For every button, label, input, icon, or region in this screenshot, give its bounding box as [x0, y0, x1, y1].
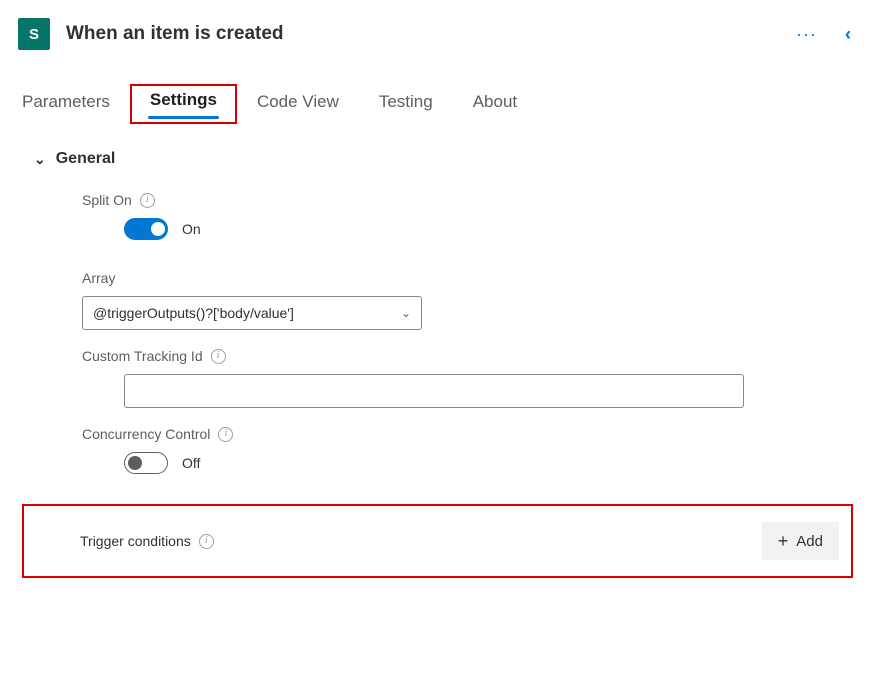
- collapse-icon[interactable]: ‹‹: [845, 24, 853, 45]
- chevron-down-icon: ⌄: [34, 151, 46, 168]
- concurrency-state: Off: [182, 455, 200, 471]
- add-trigger-condition-button[interactable]: + Add: [762, 522, 839, 560]
- info-icon[interactable]: i: [218, 427, 233, 442]
- field-concurrency: Concurrency Control i Off: [82, 426, 845, 474]
- sharepoint-icon-glyph: S: [29, 26, 39, 43]
- card-header: S When an item is created ··· ‹‹: [0, 0, 873, 60]
- label-split-on-text: Split On: [82, 192, 132, 208]
- plus-icon: +: [778, 532, 789, 550]
- field-array: Array @triggerOutputs()?['body/value'] ⌄: [82, 270, 845, 330]
- label-array-text: Array: [82, 270, 115, 286]
- toggle-knob: [128, 456, 142, 470]
- more-options-icon[interactable]: ···: [796, 25, 817, 43]
- section-body: Split On i On Array @triggerOutputs()?['…: [34, 168, 845, 504]
- section-title: General: [56, 150, 116, 168]
- highlight-settings-tab: Settings: [130, 84, 237, 124]
- info-icon[interactable]: i: [211, 349, 226, 364]
- label-split-on: Split On i: [82, 192, 845, 208]
- toggle-knob: [151, 222, 165, 236]
- card-title: When an item is created: [66, 23, 796, 45]
- split-on-state: On: [182, 221, 201, 237]
- add-button-label: Add: [796, 533, 823, 550]
- label-trigger-conditions: Trigger conditions i: [80, 533, 214, 549]
- tab-about[interactable]: About: [471, 88, 519, 122]
- custom-tracking-input[interactable]: [124, 374, 744, 408]
- tab-code-view[interactable]: Code View: [255, 88, 341, 122]
- split-on-toggle[interactable]: [124, 218, 168, 240]
- header-actions: ··· ‹‹: [796, 24, 853, 45]
- label-array: Array: [82, 270, 845, 286]
- tab-settings[interactable]: Settings: [148, 86, 219, 120]
- info-icon[interactable]: i: [140, 193, 155, 208]
- label-custom-tracking-text: Custom Tracking Id: [82, 348, 203, 364]
- section-general: ⌄ General Split On i On Array @trigger: [0, 122, 873, 578]
- array-dropdown-value: @triggerOutputs()?['body/value']: [93, 305, 294, 321]
- sharepoint-icon: S: [18, 18, 50, 50]
- label-concurrency: Concurrency Control i: [82, 426, 845, 442]
- info-icon[interactable]: i: [199, 534, 214, 549]
- label-trigger-conditions-text: Trigger conditions: [80, 533, 191, 549]
- tab-parameters[interactable]: Parameters: [20, 88, 112, 122]
- toggle-row-split-on: On: [82, 218, 845, 240]
- field-split-on: Split On i On: [82, 192, 845, 240]
- concurrency-toggle[interactable]: [124, 452, 168, 474]
- label-custom-tracking: Custom Tracking Id i: [82, 348, 845, 364]
- tab-bar: Parameters Settings Code View Testing Ab…: [0, 60, 873, 122]
- field-custom-tracking: Custom Tracking Id i: [82, 348, 845, 408]
- chevron-down-icon: ⌄: [401, 306, 411, 320]
- array-dropdown[interactable]: @triggerOutputs()?['body/value'] ⌄: [82, 296, 422, 330]
- tab-testing[interactable]: Testing: [377, 88, 435, 122]
- section-header-general[interactable]: ⌄ General: [34, 150, 845, 168]
- highlight-trigger-conditions: Trigger conditions i + Add: [22, 504, 853, 578]
- label-concurrency-text: Concurrency Control: [82, 426, 210, 442]
- toggle-row-concurrency: Off: [82, 452, 845, 474]
